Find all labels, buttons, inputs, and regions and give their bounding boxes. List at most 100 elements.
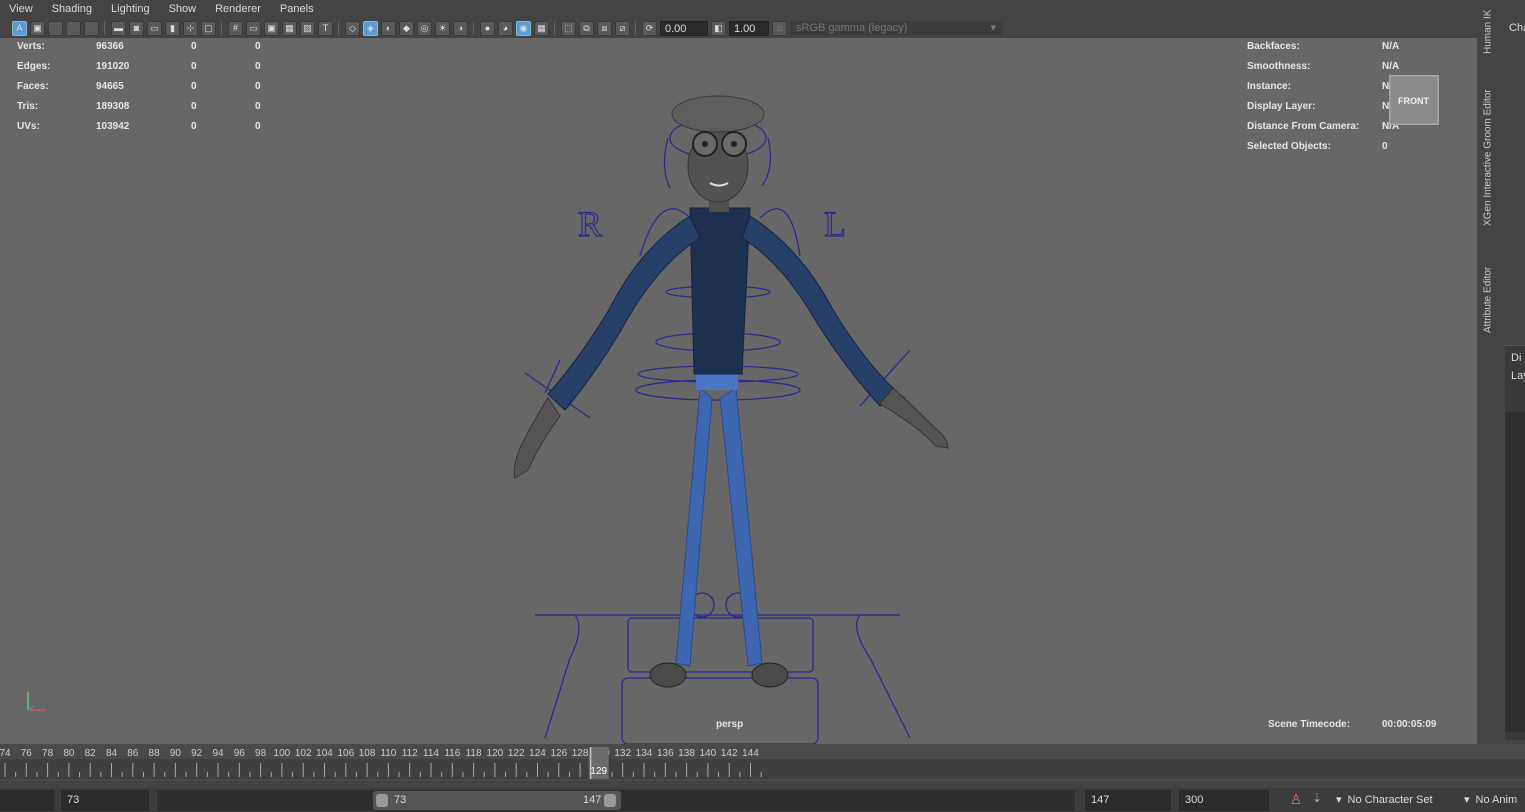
rig-label-left: L <box>824 204 846 244</box>
panel-menubar: View Shading Lighting Show Renderer Pane… <box>0 0 1477 18</box>
tab-xgen-groom-editor[interactable]: XGen Interactive Groom Editor <box>1477 70 1499 246</box>
gate-icon[interactable]: ▦ <box>282 20 297 36</box>
film-gate-icon[interactable]: ▬ <box>111 20 126 36</box>
safe-title-icon[interactable]: ▢ <box>201 20 216 36</box>
timeline-tick-label: 120 <box>487 748 504 759</box>
range-start-handle[interactable] <box>376 794 388 807</box>
xray-icon[interactable]: ⧉ <box>579 20 594 36</box>
gamma-icon[interactable]: ◧ <box>711 20 726 36</box>
textured-icon[interactable]: ◆ <box>399 20 414 36</box>
wireframe-icon[interactable]: ◇ <box>345 20 360 36</box>
key-filter-icon[interactable]: ⇣ <box>1312 791 1326 809</box>
menu-show[interactable]: Show <box>160 3 197 15</box>
feet-box <box>621 677 819 744</box>
torso <box>689 207 751 375</box>
film-gate-toggle-icon[interactable]: ▭ <box>246 20 261 36</box>
camera-attributes-icon[interactable]: ▣ <box>30 20 45 36</box>
channel-box-title[interactable]: Cha <box>1509 22 1525 34</box>
timeline-tick-label: 106 <box>337 748 354 759</box>
gamma-field[interactable]: 1.00 <box>729 20 769 36</box>
shoe-right <box>751 662 789 688</box>
playback-start-field[interactable]: 73 <box>61 790 149 811</box>
toolbar-divider <box>635 21 637 35</box>
display-tab[interactable]: Di <box>1511 352 1521 364</box>
shadows-icon[interactable]: ◑ <box>453 20 468 36</box>
depth-of-field-icon[interactable]: ▦ <box>534 20 549 36</box>
use-all-lights-icon[interactable]: ◎ <box>417 20 432 36</box>
timeline-tick-label: 110 <box>380 748 396 759</box>
tab-attribute-editor[interactable]: Attribute Editor <box>1477 250 1499 350</box>
tab-human-ik[interactable]: Human IK <box>1477 0 1499 64</box>
menu-panels[interactable]: Panels <box>271 3 314 15</box>
timeline-tick-label: 136 <box>657 748 674 759</box>
timeline-tick-label: 116 <box>444 748 460 759</box>
range-end-handle[interactable] <box>604 794 616 807</box>
timeline-tick-label: 88 <box>149 748 161 759</box>
timeline-tick-label: 140 <box>700 748 717 759</box>
layer-editor-area: Di Lay <box>1505 345 1525 740</box>
xray-joints-icon[interactable]: ⧈ <box>597 20 612 36</box>
range-slider-bar-fill[interactable]: 73 147 <box>373 791 621 810</box>
resolution-icon[interactable]: ▣ <box>264 20 279 36</box>
light-bulb-icon[interactable]: ☀ <box>435 20 450 36</box>
timeline-tick-label: 132 <box>614 748 631 759</box>
time-slider-ruler[interactable]: 74 76 78 80 82 84 86 88 90 92 94 96 98 100 102 104 106 10… <box>0 744 1525 781</box>
image-plane-icon[interactable] <box>66 20 81 36</box>
field-chart-icon[interactable]: ▮ <box>165 20 180 36</box>
range-slider[interactable]: 73 147 <box>157 790 1075 811</box>
timeline-tick-label: 122 <box>508 748 525 759</box>
menu-view[interactable]: View <box>0 3 33 15</box>
timecode-label: Scene Timecode: <box>1268 719 1351 730</box>
character-mesh <box>513 95 949 688</box>
select-camera-icon[interactable]: A <box>12 20 27 36</box>
menu-lighting[interactable]: Lighting <box>102 3 150 15</box>
character-set-dropdown[interactable]: ▾ No Character Set <box>1330 790 1454 811</box>
leg-right <box>719 387 763 667</box>
timeline-tick-label: 138 <box>678 748 695 759</box>
arm-right <box>741 215 894 407</box>
anim-layer-dropdown[interactable]: ▾ No Anim <box>1458 790 1525 811</box>
chevron-down-icon: ▾ <box>990 21 996 34</box>
time-slider[interactable]: 74 76 78 80 82 84 86 88 90 92 94 96 98 100 102 104 106 10… <box>0 744 1525 781</box>
timeline-tick-label: 100 <box>274 748 291 759</box>
safe-action-icon[interactable]: ⊹ <box>183 20 198 36</box>
viewport-3d[interactable]: Verts: 96366 0 0 Edges: 191020 0 0 Faces: 94665 0 0… <box>0 38 1477 744</box>
timeline-tick-label: 94 <box>212 748 224 759</box>
playback-end-field[interactable]: 147 <box>1085 790 1171 811</box>
menu-shading[interactable]: Shading <box>43 3 92 15</box>
smooth-shade-icon[interactable]: ◈ <box>363 20 378 36</box>
anti-aliasing-icon[interactable]: ◉ <box>516 20 531 36</box>
channel-box-panel: Cha Di Lay <box>1499 0 1525 744</box>
color-management-icon[interactable]: ◌ <box>772 20 787 36</box>
menu-renderer[interactable]: Renderer <box>206 3 261 15</box>
timecode-value: 00:00:05:09 <box>1382 719 1437 730</box>
bookmark-icon[interactable] <box>48 20 63 36</box>
xray-active-icon[interactable]: ⧄ <box>615 20 630 36</box>
resolution-gate-icon[interactable]: ◙ <box>129 20 144 36</box>
text-icon[interactable]: T <box>318 20 333 36</box>
camera-name: persp <box>716 719 744 730</box>
exposure-icon[interactable]: ⟳ <box>642 20 657 36</box>
two-d-pan-icon[interactable] <box>84 20 99 36</box>
character-set-value: No Character Set <box>1347 794 1433 806</box>
gate-mask-icon[interactable]: ▭ <box>147 20 162 36</box>
toolbar-divider <box>104 21 106 35</box>
character-scene[interactable]: R L <box>0 38 1477 744</box>
timeline-tick-label: 80 <box>63 748 75 759</box>
toolbar-divider <box>221 21 223 35</box>
screen-space-ao-icon[interactable]: ● <box>480 20 495 36</box>
image-icon[interactable]: ▨ <box>300 20 315 36</box>
timeline-tick-label: 118 <box>466 748 482 759</box>
anim-end-field[interactable]: 300 <box>1179 790 1269 811</box>
timeline-tick-label: 124 <box>529 748 546 759</box>
layers-menu[interactable]: Lay <box>1511 370 1525 382</box>
wireframe-on-shaded-icon[interactable]: ◐ <box>381 20 396 36</box>
anim-start-field[interactable] <box>0 790 54 811</box>
grid-icon[interactable]: # <box>228 20 243 36</box>
view-transform-dropdown[interactable]: sRGB gamma (legacy) ▾ <box>790 20 1002 36</box>
motion-blur-icon[interactable]: ◕ <box>498 20 513 36</box>
timeline-tick-label: 102 <box>295 748 312 759</box>
isolate-select-icon[interactable]: ⬚ <box>561 20 576 36</box>
character-set-icon[interactable]: ♙ <box>1287 791 1305 809</box>
exposure-field[interactable]: 0.00 <box>660 20 708 36</box>
